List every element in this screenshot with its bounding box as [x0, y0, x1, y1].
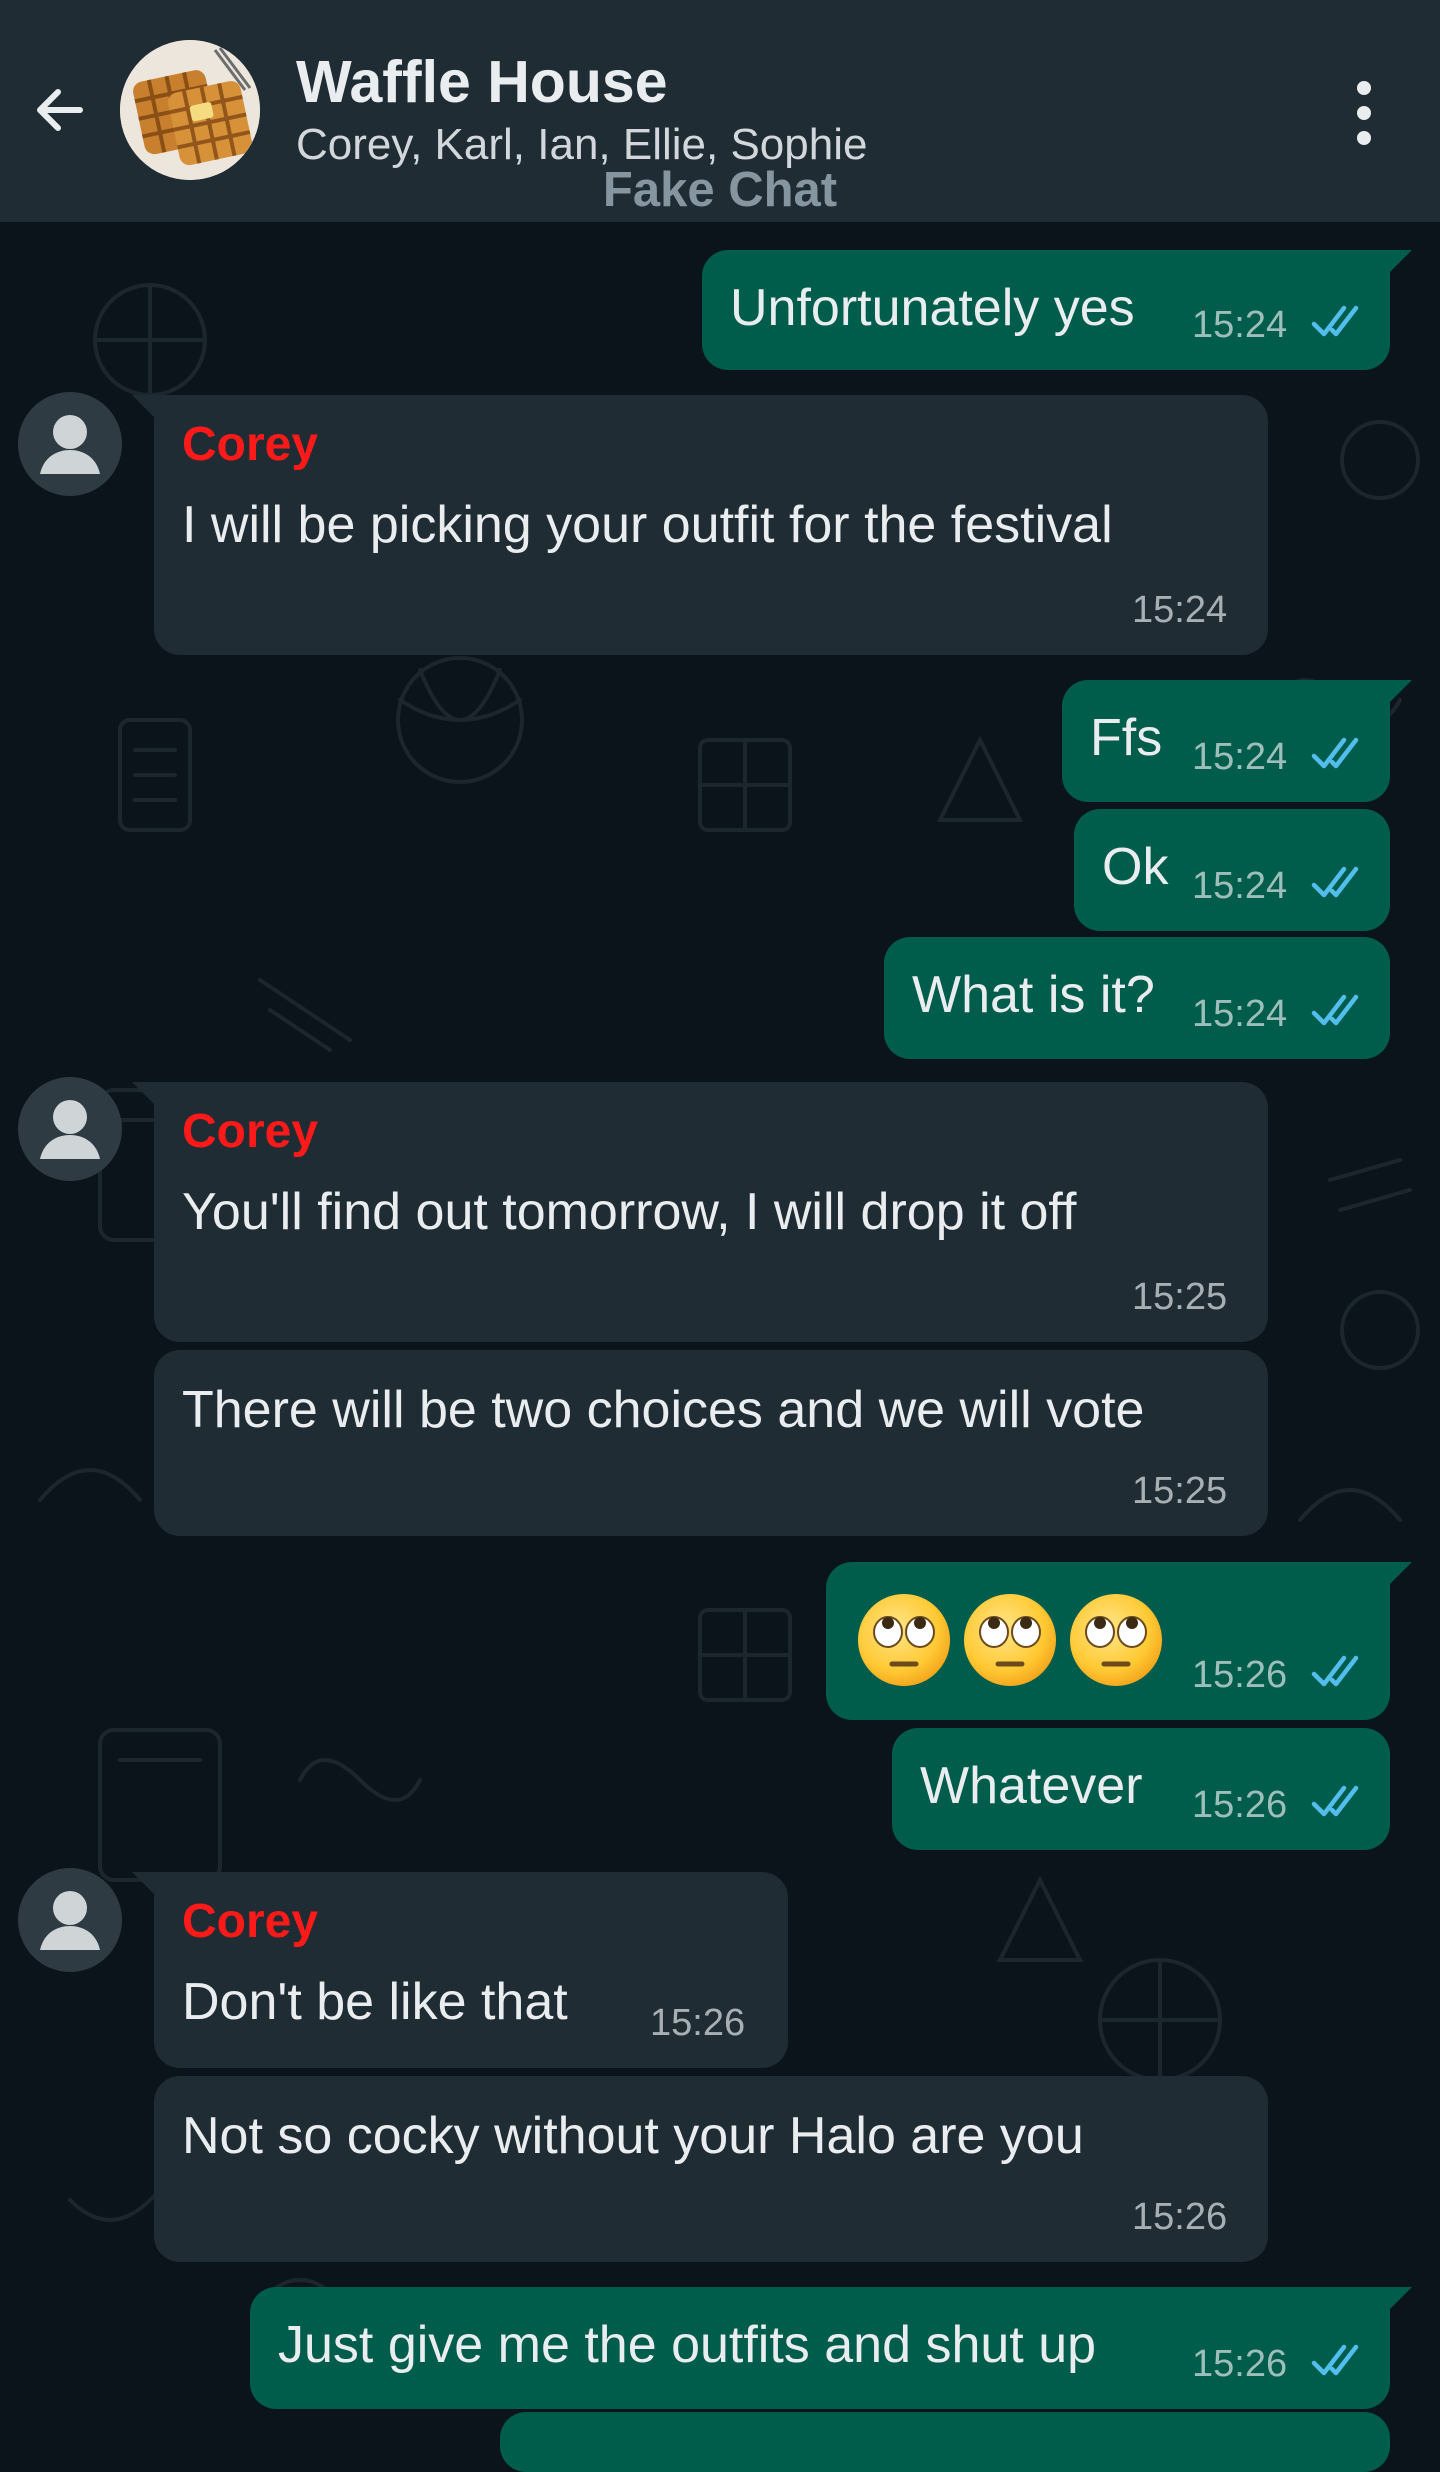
avatar[interactable]: [18, 392, 122, 496]
group-name[interactable]: Waffle House: [296, 48, 668, 116]
avatar[interactable]: [18, 1868, 122, 1972]
message-text: Not so cocky without your Halo are you: [182, 2107, 1084, 2165]
message-bubble[interactable]: Corey You'll find out tomorrow, I will d…: [132, 1082, 1268, 1342]
message-text: Just give me the outfits and shut up: [278, 2316, 1097, 2374]
message-text: Unfortunately yes: [730, 279, 1135, 337]
message-bubble[interactable]: Corey Don't be like that 15:26: [132, 1872, 788, 2068]
group-avatar[interactable]: [120, 40, 260, 180]
waffle-icon: [120, 40, 260, 180]
read-receipt-icon: [1310, 1782, 1366, 1822]
read-receipt-icon: [1310, 2341, 1366, 2381]
rolling-eyes-emoji: [960, 1590, 1060, 1690]
sender-name[interactable]: Corey: [182, 417, 318, 472]
message-text: Ffs: [1090, 709, 1163, 767]
watermark-text: Fake Chat: [602, 163, 838, 217]
message-bubble[interactable]: Just give me the outfits and shut up 15:…: [250, 2287, 1412, 2409]
rolling-eyes-emoji: [1066, 1590, 1166, 1690]
message-time: 15:24: [1192, 993, 1288, 1035]
message-text: Ok: [1102, 838, 1169, 896]
message-time: 15:26: [650, 2002, 746, 2044]
avatar[interactable]: [18, 1077, 122, 1181]
message-time: 15:26: [1192, 1784, 1288, 1826]
message-time: 15:26: [1192, 2343, 1288, 2385]
arrow-left-icon[interactable]: [28, 78, 92, 142]
message-text: I will be picking your outfit for the fe…: [182, 496, 1113, 554]
read-receipt-icon: [1310, 1652, 1366, 1692]
message-time: 15:24: [1192, 736, 1288, 778]
message-time: 15:26: [1192, 1654, 1288, 1696]
message-time: 15:24: [1132, 589, 1228, 631]
message-bubble[interactable]: Unfortunately yes 15:24: [702, 250, 1412, 370]
read-receipt-icon: [1310, 863, 1366, 903]
more-vert-icon[interactable]: [1336, 78, 1392, 148]
message-bubble[interactable]: What is it? 15:24: [884, 937, 1390, 1059]
read-receipt-icon: [1310, 302, 1366, 342]
message-bubble[interactable]: There will be two choices and we will vo…: [154, 1350, 1268, 1536]
message-bubble[interactable]: Corey I will be picking your outfit for …: [132, 395, 1268, 655]
message-time: 15:25: [1132, 1276, 1228, 1318]
message-time: 15:24: [1192, 865, 1288, 907]
sender-name[interactable]: Corey: [182, 1894, 318, 1949]
message-bubble[interactable]: Ffs 15:24: [1062, 680, 1412, 802]
rolling-eyes-emoji: [854, 1590, 954, 1690]
message-bubble[interactable]: [500, 2412, 1390, 2472]
message-text: Don't be like that: [182, 1973, 568, 2031]
message-time: 15:24: [1192, 304, 1288, 346]
message-text: What is it?: [912, 966, 1155, 1024]
message-text: You'll find out tomorrow, I will drop it…: [182, 1183, 1077, 1241]
read-receipt-icon: [1310, 734, 1366, 774]
sender-name[interactable]: Corey: [182, 1104, 318, 1159]
message-bubble[interactable]: Ok 15:24: [1074, 809, 1390, 931]
message-bubble[interactable]: Whatever 15:26: [892, 1728, 1390, 1850]
message-time: 15:26: [1132, 2196, 1228, 2238]
message-text: Whatever: [920, 1757, 1143, 1815]
message-time: 15:25: [1132, 1470, 1228, 1512]
message-bubble[interactable]: Not so cocky without your Halo are you 1…: [154, 2076, 1268, 2262]
message-bubble[interactable]: 15:26: [826, 1562, 1412, 1720]
read-receipt-icon: [1310, 991, 1366, 1031]
message-text: There will be two choices and we will vo…: [182, 1381, 1145, 1439]
